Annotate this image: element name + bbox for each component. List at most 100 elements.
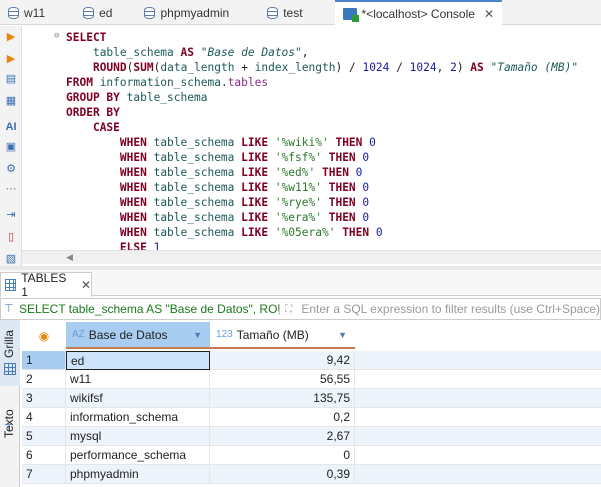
grid-icon <box>4 363 16 375</box>
code-token: WHEN <box>119 166 154 179</box>
tab-label: ed <box>99 5 113 20</box>
row-number[interactable]: 2 <box>22 370 66 389</box>
results-tabs: TABLES 1 ✕ <box>0 270 601 299</box>
execute-icon[interactable]: ▶ <box>4 30 18 44</box>
code-line: WHEN table_schema LIKE '%fsf%' THEN 0 <box>66 150 369 165</box>
database-icon <box>83 6 95 19</box>
code-token: '%wiki%' <box>274 136 336 149</box>
code-line: WHEN table_schema LIKE '%w11%' THEN 0 <box>66 180 369 195</box>
cell-tamano[interactable]: 9,42 <box>210 351 355 370</box>
code-token: 0 <box>362 181 370 194</box>
export-icon[interactable]: ⇥ <box>4 208 18 222</box>
code-token: . <box>220 76 228 89</box>
code-token: ) / <box>335 61 363 74</box>
terminal-icon[interactable]: ▣ <box>4 140 18 154</box>
code-token: "Tamaño (MB)" <box>490 61 579 74</box>
code-token: '%w11%' <box>274 181 329 194</box>
row-number[interactable]: 1 <box>22 351 66 370</box>
code-token: THEN <box>335 136 370 149</box>
code-token: THEN <box>328 181 363 194</box>
filter-input[interactable]: Enter a SQL expression to filter results… <box>297 302 600 316</box>
cell-tamano[interactable]: 56,55 <box>210 370 355 389</box>
close-icon[interactable]: ✕ <box>81 278 91 292</box>
row-filler <box>355 427 601 446</box>
database-icon <box>267 6 279 19</box>
expand-icon[interactable]: ⛶ <box>278 303 297 315</box>
horizontal-scrollbar[interactable]: ◀ <box>22 250 601 264</box>
format-icon[interactable]: ▧ <box>4 252 18 266</box>
sort-filter-icon[interactable]: ▼ <box>338 330 347 340</box>
cell-base-de-datos[interactable]: ed <box>66 351 210 370</box>
code-token: data_length <box>160 61 235 74</box>
code-token: '%rye%' <box>274 196 329 209</box>
row-filler <box>355 465 601 484</box>
code-token: table_schema <box>153 196 242 209</box>
tab-label: w11 <box>24 5 46 20</box>
cell-tamano[interactable]: 0,2 <box>210 408 355 427</box>
tab-test[interactable]: test <box>259 0 310 25</box>
cell-base-de-datos[interactable]: w11 <box>66 370 210 389</box>
database-icon <box>8 6 19 19</box>
tab-tables-1[interactable]: TABLES 1 ✕ <box>0 271 92 299</box>
view-tab-text[interactable]: Texto ⊤ <box>0 390 20 450</box>
scroll-left-icon[interactable]: ◀ <box>66 252 73 263</box>
tab-phpmyadmin[interactable]: phpmyadmin <box>136 0 237 25</box>
row-number[interactable]: 6 <box>22 446 66 465</box>
sql-editor[interactable]: ⊖ SELECT table_schema AS "Base de Datos"… <box>22 26 601 254</box>
cell-base-de-datos[interactable]: mysql <box>66 427 210 446</box>
cell-tamano[interactable]: 0,39 <box>210 465 355 484</box>
execute-script-icon[interactable]: ▤ <box>4 72 18 86</box>
code-token: CASE <box>92 121 120 134</box>
code-token: FROM <box>66 76 100 89</box>
column-header-base-de-datos[interactable]: AZ Base de Datos ▼ <box>66 322 210 349</box>
code-token: table_schema <box>153 211 242 224</box>
code-token: LIKE <box>241 181 275 194</box>
cell-tamano[interactable]: 0 <box>210 446 355 465</box>
row-number[interactable]: 7 <box>22 465 66 484</box>
code-line: WHEN table_schema LIKE '%05era%' THEN 0 <box>66 225 383 240</box>
grid-label: Grilla <box>2 329 16 358</box>
text-icon: ⊤ <box>4 423 14 435</box>
row-number[interactable]: 5 <box>22 427 66 446</box>
cell-base-de-datos[interactable]: performance_schema <box>66 446 210 465</box>
more-icon[interactable]: ⋯ <box>4 182 18 196</box>
code-token: , <box>436 61 451 74</box>
code-token: table_schema <box>92 46 181 59</box>
code-token: 0 <box>355 166 363 179</box>
code-token: AS <box>180 46 201 59</box>
ai-icon[interactable]: AI <box>4 120 18 134</box>
code-token: "Base de Datos" <box>200 46 302 59</box>
code-token: index_length <box>254 61 336 74</box>
code-line: ORDER BY <box>66 105 120 120</box>
cell-base-de-datos[interactable]: information_schema <box>66 408 210 427</box>
tab-w11[interactable]: w11 <box>0 0 53 25</box>
cell-tamano[interactable]: 2,67 <box>210 427 355 446</box>
code-token: LIKE <box>241 196 275 209</box>
tab-console[interactable]: *<localhost> Console ✕ <box>334 0 503 26</box>
explain-icon[interactable]: ▦ <box>4 94 18 108</box>
row-number[interactable]: 3 <box>22 389 66 408</box>
code-token: 0 <box>362 196 370 209</box>
code-token: ) <box>456 61 471 74</box>
cell-base-de-datos[interactable]: phpmyadmin <box>66 465 210 484</box>
column-header-tamano[interactable]: 123 Tamaño (MB) ▼ <box>210 322 355 349</box>
view-tab-grid[interactable]: Grilla <box>0 320 20 386</box>
code-token: ORDER BY <box>66 106 120 119</box>
cell-tamano[interactable]: 135,75 <box>210 389 355 408</box>
code-token: WHEN <box>119 211 154 224</box>
code-token: WHEN <box>119 151 154 164</box>
close-icon[interactable]: ✕ <box>484 7 494 21</box>
settings-icon[interactable]: ⚙ <box>4 162 18 176</box>
fold-icon[interactable]: ⊖ <box>54 31 59 41</box>
code-line: table_schema AS "Base de Datos", <box>66 45 309 60</box>
execute-new-tab-icon[interactable]: ▶ <box>4 52 18 66</box>
import-icon[interactable]: ▯ <box>4 230 18 244</box>
string-type-icon: AZ <box>72 329 85 340</box>
code-token: GROUP BY <box>66 91 127 104</box>
cell-base-de-datos[interactable]: wikifsf <box>66 389 210 408</box>
tab-ed[interactable]: ed <box>75 0 120 25</box>
sort-filter-icon[interactable]: ▼ <box>193 330 202 340</box>
row-number[interactable]: 4 <box>22 408 66 427</box>
